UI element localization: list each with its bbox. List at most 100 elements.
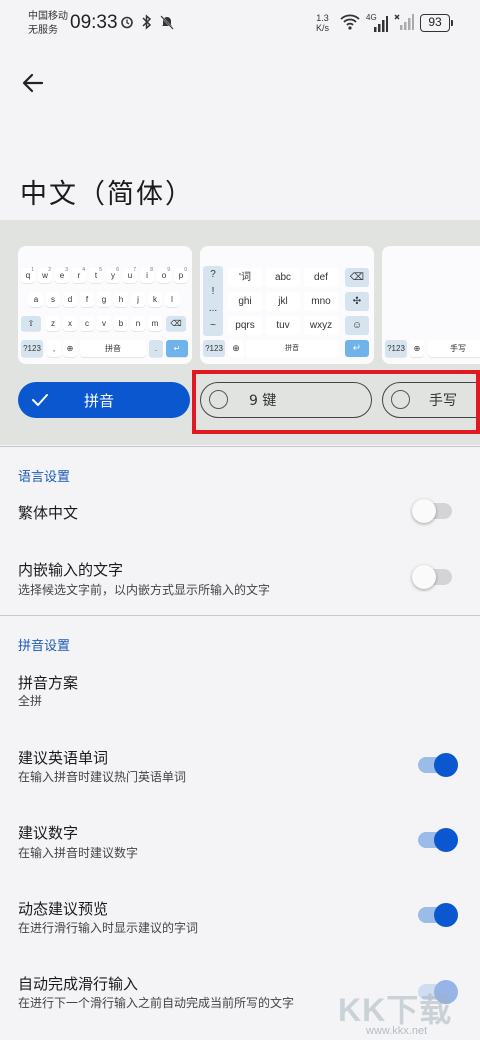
carrier-service: 无服务 <box>28 25 58 36</box>
bluetooth-icon <box>140 14 154 30</box>
highlight-annotation-box <box>192 370 480 434</box>
keyboard-preview-handwriting[interactable]: ?123 ⊕ 手写 <box>382 246 480 364</box>
key-digit-hint: 1 <box>31 267 34 273</box>
status-icons-left <box>120 14 174 30</box>
suggest-english-toggle[interactable] <box>412 751 458 779</box>
key-z: z <box>46 316 60 331</box>
mute-bell-icon <box>160 14 174 30</box>
key-x: x <box>63 316 77 331</box>
status-icons-right: 4G <box>340 13 414 34</box>
key-h: h <box>114 292 128 307</box>
globe-key: ⊕ <box>228 340 244 357</box>
space-key: 手写 <box>428 340 480 357</box>
watermark: KK下载 www.kkx.net <box>338 985 478 1040</box>
key-q: q1 <box>21 267 35 283</box>
key-t: t5 <box>89 267 103 283</box>
symbols-key: ?123 <box>385 340 407 357</box>
key-l: l <box>165 292 179 307</box>
chip-label: 拼音 <box>84 391 115 410</box>
punct-key: ! <box>211 286 215 297</box>
setting-subtitle: 在进行下一个滑行输入之前自动完成当前所写的文字 <box>18 996 295 1010</box>
globe-key: ⊕ <box>63 340 77 357</box>
key-pqrs: pqrs <box>228 316 262 335</box>
key-w: w2 <box>38 267 52 283</box>
key-digit-hint: 8 <box>150 267 153 273</box>
key-j: j <box>131 292 145 307</box>
key-d: d <box>63 292 77 307</box>
key-abc: abc <box>266 268 300 287</box>
key-digit-hint: 6 <box>116 267 119 273</box>
setting-title: 内嵌输入的文字 <box>18 561 124 579</box>
traditional-toggle[interactable] <box>412 497 458 525</box>
network-speed: 1.3 K/s <box>316 13 330 33</box>
keyboard-preview-qwerty[interactable]: q 1 w 2 e 3 r 4 t 5 y 6 u 7 i 8 o 9 p 0 a s d f g h j k l ⇧ z x c v b n m ⌫ ?1… <box>18 246 192 364</box>
key-n: n <box>131 316 145 331</box>
key-b: b <box>114 316 128 331</box>
dynamic-preview-toggle[interactable] <box>412 901 458 929</box>
enter-key: ↵ <box>345 340 369 357</box>
inline-text-toggle[interactable] <box>412 563 458 591</box>
punct-key: ... <box>208 303 218 314</box>
setting-title: 拼音方案 <box>18 674 79 692</box>
key-m: m <box>148 316 162 331</box>
symbols-key: ?123 <box>21 340 43 357</box>
setting-title: 动态建议预览 <box>18 900 109 918</box>
key-digit-hint: 3 <box>65 267 68 273</box>
key-o: o9 <box>157 267 171 283</box>
shift-key: ⇧ <box>21 316 41 331</box>
key-a: a <box>29 292 43 307</box>
keyboard-preview-9key[interactable]: ?!... ~ '词 abc def ghi jkl mno pqrs tuv wxyz ⌫ ✣ ☺ ?12… <box>200 246 374 364</box>
status-bar: 中国移动 无服务 09:33 1.3 K/s 4G 93 <box>0 0 480 48</box>
setting-subtitle: 在输入拼音时建议数字 <box>18 846 139 860</box>
key-'词: '词 <box>228 268 262 287</box>
section-header-language: 语言设置 <box>18 470 71 485</box>
setting-title: 繁体中文 <box>18 504 79 522</box>
comma-key: , <box>47 340 61 357</box>
key-c: c <box>80 316 94 331</box>
key-digit-hint: 2 <box>48 267 51 273</box>
battery-indicator: 93 <box>420 14 453 32</box>
key-p: p0 <box>174 267 188 283</box>
cursor-key: ✣ <box>345 292 369 311</box>
space-key: 拼音 <box>246 340 338 357</box>
key-v: v <box>97 316 111 331</box>
back-button[interactable] <box>20 70 46 96</box>
section-header-pinyin: 拼音设置 <box>18 639 71 654</box>
signal-4g-icon: 4G <box>366 13 388 32</box>
setting-subtitle: 在进行滑行输入时显示建议的字词 <box>18 921 199 935</box>
key-r: r4 <box>72 267 86 283</box>
layout-chip-pinyin[interactable]: 拼音 <box>18 382 190 418</box>
key-digit-hint: 4 <box>82 267 85 273</box>
key-f: f <box>80 292 94 307</box>
arrow-left-icon <box>22 73 44 93</box>
key-digit-hint: 0 <box>184 267 187 273</box>
status-time: 09:33 <box>70 12 118 33</box>
key-i: i8 <box>140 267 154 283</box>
key-ghi: ghi <box>228 292 262 311</box>
key-tuv: tuv <box>266 316 300 335</box>
key-digit-hint: 9 <box>167 267 170 273</box>
check-icon <box>32 394 48 406</box>
setting-value: 全拼 <box>18 694 43 708</box>
key-s: s <box>46 292 60 307</box>
key-k: k <box>148 292 162 307</box>
key-digit-hint: 5 <box>99 267 102 273</box>
key-jkl: jkl <box>266 292 300 311</box>
key-def: def <box>304 268 338 287</box>
setting-subtitle: 在输入拼音时建议热门英语单词 <box>18 770 187 784</box>
backspace-key: ⌫ <box>166 316 186 331</box>
key-wxyz: wxyz <box>304 316 338 335</box>
symbols-key: ?123 <box>203 340 225 357</box>
setting-title: 建议英语单词 <box>18 749 109 767</box>
setting-title: 自动完成滑行输入 <box>18 975 139 993</box>
space-key: 拼音 <box>80 340 146 357</box>
period-key: . <box>149 340 163 357</box>
key-digit-hint: 7 <box>133 267 136 273</box>
signal-x-icon <box>394 14 414 34</box>
page-title: 中文（简体） <box>20 179 194 210</box>
setting-subtitle: 选择候选文字前，以内嵌方式显示所输入的文字 <box>18 583 271 597</box>
suggest-numbers-toggle[interactable] <box>412 826 458 854</box>
key-g: g <box>97 292 111 307</box>
enter-key: ↵ <box>166 340 188 357</box>
carrier-name: 中国移动 <box>28 11 68 22</box>
